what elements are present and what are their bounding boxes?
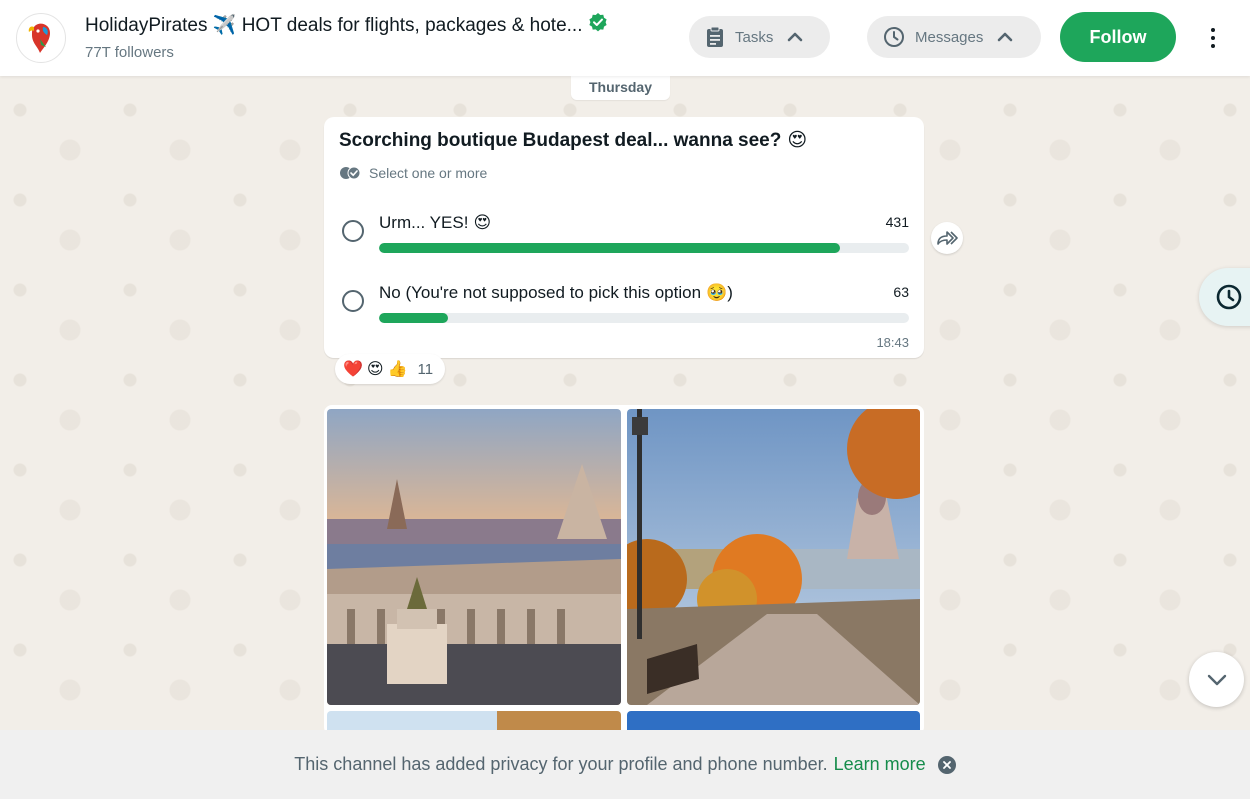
heart-eyes-emoji: 😍 (473, 213, 492, 232)
privacy-notice-text: This channel has added privacy for your … (294, 754, 828, 774)
poll-option-radio[interactable] (342, 220, 364, 242)
poll-option-radio[interactable] (342, 290, 364, 312)
messages-button[interactable]: Messages (867, 16, 1041, 58)
poll-question: Scorching boutique Budapest deal... wann… (339, 129, 808, 152)
avatar[interactable] (16, 13, 66, 63)
clipboard-icon (707, 26, 723, 47)
channel-header: HolidayPirates ✈️ HOT deals for flights,… (0, 0, 1250, 76)
heart-emoji: ❤️ (343, 361, 363, 378)
poll-option-yes[interactable]: Urm... YES! 😍 431 (342, 210, 909, 260)
date-chip: Thursday (571, 76, 670, 100)
scroll-down-button[interactable] (1189, 652, 1244, 707)
poll-progress-fill (379, 313, 448, 323)
double-check-circle-icon (340, 166, 361, 180)
forward-icon (937, 231, 958, 245)
reaction-count: 11 (417, 360, 434, 378)
pleading-face-emoji: 🥹 (706, 283, 728, 302)
close-icon[interactable] (937, 755, 956, 774)
heart-eyes-emoji: 😍 (366, 361, 384, 378)
clock-icon (1216, 284, 1242, 310)
privacy-notice-bar: This channel has added privacy for your … (0, 730, 1250, 799)
clock-icon (884, 27, 904, 47)
poll-option-label-suffix: ) (727, 283, 733, 302)
chevron-down-icon (1207, 674, 1226, 685)
poll-progress-fill (379, 243, 841, 253)
poll-progress-track (379, 313, 909, 323)
chevron-up-icon (998, 32, 1013, 42)
forward-button[interactable] (931, 222, 963, 254)
image-album (324, 405, 924, 735)
reactions-bar[interactable]: ❤️ 😍 👍 11 (335, 354, 446, 384)
kebab-menu-icon[interactable] (1200, 24, 1226, 52)
followers-count: 77T followers (85, 44, 174, 61)
messages-label: Messages (915, 28, 984, 46)
poll-option-no[interactable]: No (You're not supposed to pick this opt… (342, 280, 909, 330)
chevron-up-icon (788, 32, 803, 42)
budapest-autumn-park-image[interactable] (627, 409, 920, 705)
follow-button[interactable]: Follow (1060, 12, 1176, 62)
channel-title[interactable]: HolidayPirates ✈️ HOT deals for flights,… (85, 12, 675, 38)
budapest-fishermans-bastion-image[interactable] (327, 409, 621, 705)
learn-more-link[interactable]: Learn more (834, 754, 926, 775)
poll-option-count[interactable]: 431 (886, 214, 909, 230)
side-clock-button[interactable] (1199, 268, 1250, 326)
thumbs-up-emoji: 👍 (387, 361, 408, 378)
poll-message: Scorching boutique Budapest deal... wann… (324, 117, 924, 358)
poll-option-label: Urm... YES! (379, 213, 469, 232)
poll-progress-track (379, 243, 909, 253)
tasks-label: Tasks (735, 28, 774, 46)
verified-badge-icon (588, 12, 608, 38)
message-timestamp: 18:43 (876, 335, 909, 350)
poll-subtitle: Select one or more (339, 165, 487, 181)
heart-eyes-emoji: 😍 (787, 130, 808, 151)
parrot-logo-icon (28, 23, 50, 53)
poll-option-label: No (You're not supposed to pick this opt… (379, 283, 702, 302)
tasks-button[interactable]: Tasks (689, 16, 830, 58)
poll-option-count[interactable]: 63 (893, 284, 909, 300)
